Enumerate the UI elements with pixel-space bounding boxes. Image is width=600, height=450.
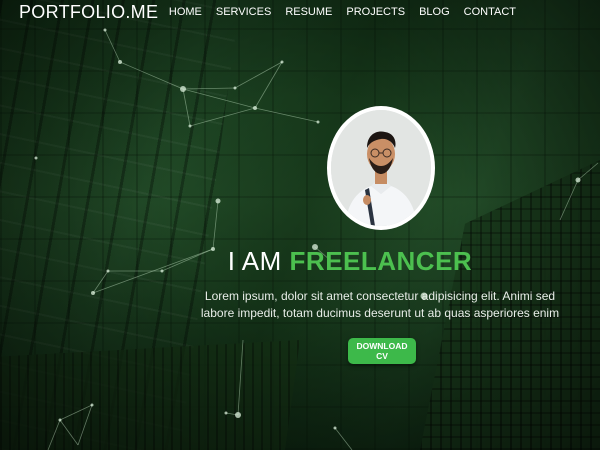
hero-headline: I AM FREELANCER — [0, 246, 600, 277]
avatar — [327, 106, 435, 230]
site-logo[interactable]: PORTFOLIO.ME — [19, 2, 158, 23]
nav-services[interactable]: SERVICES — [216, 6, 271, 18]
nav-resume[interactable]: RESUME — [285, 6, 332, 18]
headline-accent: FREELANCER — [289, 246, 473, 276]
nav-projects[interactable]: PROJECTS — [346, 6, 405, 18]
main-nav: HOME SERVICES RESUME PROJECTS BLOG CONTA… — [169, 6, 516, 18]
particle-network — [34, 28, 599, 450]
nav-blog[interactable]: BLOG — [419, 6, 450, 18]
headline-prefix: I AM — [227, 246, 282, 276]
nav-home[interactable]: HOME — [169, 6, 202, 18]
hero-intro: Lorem ipsum, dolor sit amet consectetur … — [200, 289, 560, 320]
nav-contact[interactable]: CONTACT — [464, 6, 516, 18]
download-cv-button[interactable]: DOWNLOAD CV — [348, 338, 416, 364]
profile-photo-icon — [331, 110, 431, 226]
